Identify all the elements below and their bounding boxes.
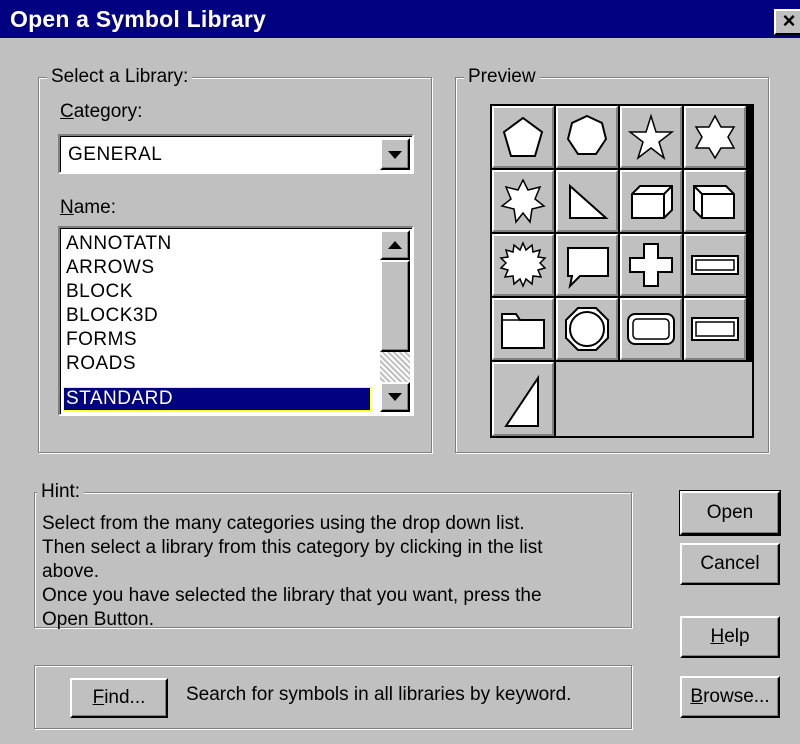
scroll-thumb[interactable]: [380, 260, 410, 352]
octagon-circle-icon[interactable]: [556, 298, 618, 360]
window-title: Open a Symbol Library: [10, 6, 266, 32]
beveled-rectangle-icon[interactable]: [684, 298, 746, 360]
find-button[interactable]: Find...: [70, 678, 168, 718]
name-label: Name:: [60, 197, 116, 218]
hint-line: Open Button.: [42, 609, 154, 630]
close-button[interactable]: ×: [774, 9, 800, 35]
preview-legend: Preview: [464, 65, 540, 89]
five-point-star-icon[interactable]: [620, 106, 682, 168]
hint-line: Select from the many categories using th…: [42, 513, 525, 534]
scroll-track[interactable]: [380, 352, 410, 382]
double-rectangle-icon[interactable]: [684, 234, 746, 296]
browse-button[interactable]: Browse...: [680, 676, 780, 718]
list-item-block[interactable]: BLOCK: [64, 280, 376, 304]
close-icon: ×: [782, 8, 796, 33]
cancel-button[interactable]: Cancel: [680, 543, 780, 585]
open-symbol-library-dialog: Open a Symbol Library × Select a Library…: [0, 0, 800, 744]
list-item-standard[interactable]: STANDARD: [63, 387, 371, 411]
box-3d-left-icon[interactable]: [684, 170, 746, 232]
hint-line: Then select a library from this category…: [42, 537, 543, 558]
hint-legend: Hint:: [37, 480, 85, 504]
list-item-annotatn[interactable]: ANNOTATN: [64, 232, 376, 256]
hint-text: Select from the many categories using th…: [42, 512, 622, 632]
folder-icon[interactable]: [492, 298, 554, 360]
list-item-block3d[interactable]: BLOCK3D: [64, 304, 376, 328]
heptagon-icon[interactable]: [556, 106, 618, 168]
triangle-icon[interactable]: [492, 362, 554, 436]
rounded-rectangle-icon[interactable]: [620, 298, 682, 360]
pentagon-icon[interactable]: [492, 106, 554, 168]
open-button[interactable]: Open: [679, 490, 781, 536]
six-point-star-icon[interactable]: [684, 106, 746, 168]
seven-point-star-icon[interactable]: [492, 170, 554, 232]
scroll-up-icon: [388, 241, 402, 249]
category-value: GENERAL: [68, 144, 163, 165]
help-button[interactable]: Help: [680, 616, 780, 658]
find-description: Search for symbols in all libraries by k…: [186, 684, 572, 705]
list-item-roads[interactable]: ROADS: [64, 352, 376, 376]
symbol-preview-grid: [490, 104, 754, 438]
right-triangle-icon[interactable]: [556, 170, 618, 232]
name-list-scrollbar[interactable]: [380, 230, 410, 412]
category-combobox[interactable]: GENERAL: [58, 134, 414, 174]
name-listbox[interactable]: ANNOTATN ARROWS BLOCK BLOCK3D FORMS ROAD…: [58, 226, 414, 416]
select-library-legend: Select a Library:: [47, 65, 193, 89]
scroll-down-button[interactable]: [380, 382, 410, 412]
preview-empty-area: [556, 362, 752, 436]
starburst-icon[interactable]: [492, 234, 554, 296]
cross-icon[interactable]: [620, 234, 682, 296]
chevron-down-icon: [388, 151, 402, 159]
category-dropdown-button[interactable]: [380, 138, 410, 170]
title-bar: Open a Symbol Library ×: [0, 0, 800, 38]
hint-line: above.: [42, 561, 100, 582]
category-label: Category:: [60, 101, 143, 122]
speech-balloon-icon[interactable]: [556, 234, 618, 296]
scroll-down-icon: [388, 393, 402, 401]
scroll-up-button[interactable]: [380, 230, 410, 260]
list-item-forms[interactable]: FORMS: [64, 328, 376, 352]
list-item-arrows[interactable]: ARROWS: [64, 256, 376, 280]
box-3d-icon[interactable]: [620, 170, 682, 232]
hint-line: Once you have selected the library that …: [42, 585, 542, 606]
